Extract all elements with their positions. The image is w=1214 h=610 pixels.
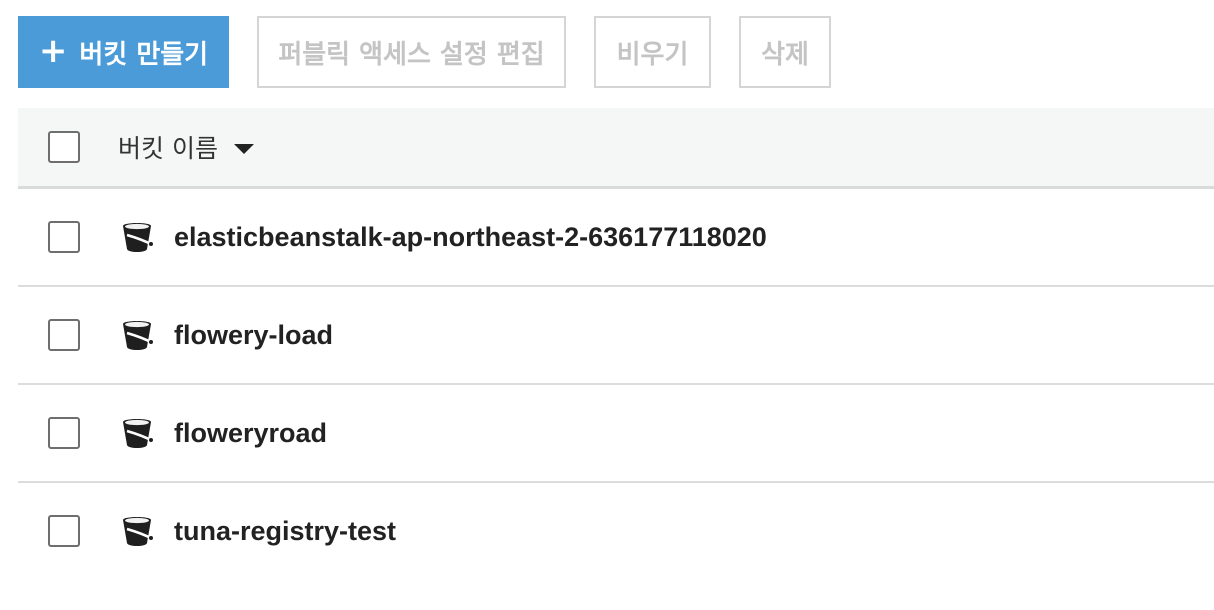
bucket-name-link[interactable]: tuna-registry-test [174,516,396,547]
empty-bucket-button[interactable]: 비우기 [594,16,711,88]
bucket-name-link[interactable]: flowery-load [174,320,333,351]
create-bucket-button[interactable]: + 버킷 만들기 [18,16,229,88]
row-checkbox[interactable] [48,319,80,351]
select-all-checkbox[interactable] [48,131,80,163]
row-checkbox[interactable] [48,221,80,253]
create-bucket-label: 버킷 만들기 [79,39,209,70]
bucket-icon [123,419,154,448]
bucket-icon [123,517,154,546]
toolbar: + 버킷 만들기 퍼블릭 액세스 설정 편집 비우기 삭제 [18,16,831,88]
bucket-name-header-label: 버킷 이름 [118,134,218,163]
table-row: floweryroad [18,385,1214,483]
edit-public-access-label: 퍼블릭 액세스 설정 편집 [278,39,545,70]
plus-icon: + [38,31,68,71]
bucket-icon [123,321,154,350]
edit-public-access-button[interactable]: 퍼블릭 액세스 설정 편집 [257,16,566,88]
bucket-name-column-header[interactable]: 버킷 이름 [118,129,254,165]
delete-bucket-button[interactable]: 삭제 [739,16,831,88]
row-checkbox[interactable] [48,417,80,449]
table-row: flowery-load [18,287,1214,385]
bucket-table: 버킷 이름 elasticbeanstalk-ap-northeast-2-63… [18,108,1214,579]
row-checkbox[interactable] [48,515,80,547]
delete-bucket-label: 삭제 [761,39,809,70]
bucket-icon [123,223,154,252]
table-row: tuna-registry-test [18,483,1214,579]
bucket-name-link[interactable]: elasticbeanstalk-ap-northeast-2-63617711… [174,222,767,253]
caret-down-icon[interactable] [233,144,254,154]
table-header: 버킷 이름 [18,108,1214,189]
s3-bucket-list-page: + 버킷 만들기 퍼블릭 액세스 설정 편집 비우기 삭제 버킷 이름 elas… [0,0,1214,610]
table-row: elasticbeanstalk-ap-northeast-2-63617711… [18,189,1214,287]
bucket-name-link[interactable]: floweryroad [174,418,327,449]
empty-bucket-label: 비우기 [616,39,689,70]
